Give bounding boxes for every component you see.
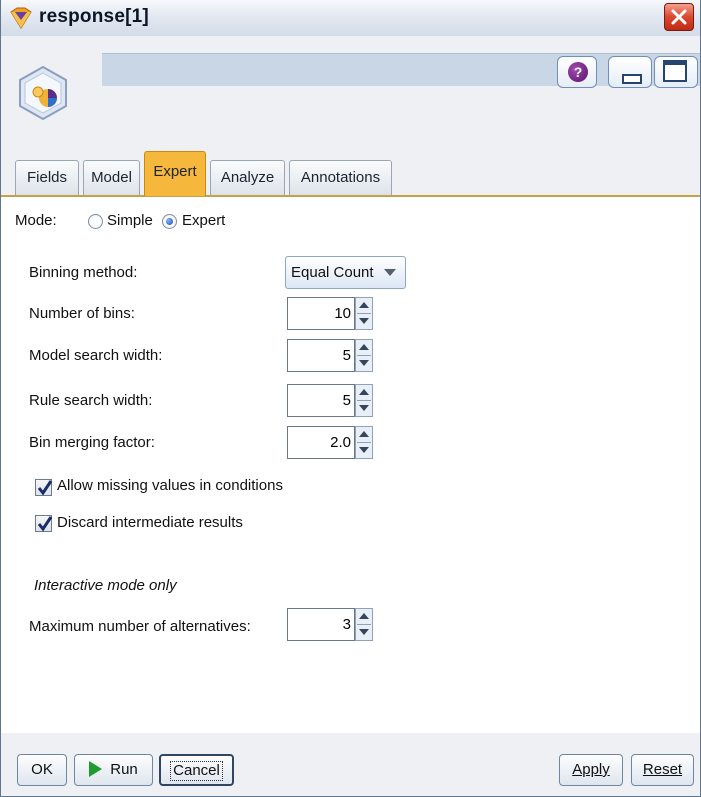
max-alternatives-input[interactable]: 3 bbox=[287, 608, 355, 641]
rule-search-width-stepper: 5 bbox=[287, 384, 373, 417]
spin-down-icon[interactable] bbox=[357, 401, 371, 416]
rule-search-width-label: Rule search width: bbox=[29, 392, 153, 409]
checkmark-icon bbox=[37, 516, 53, 532]
binning-method-label: Binning method: bbox=[29, 264, 138, 281]
help-button[interactable]: ? bbox=[557, 56, 597, 88]
model-search-width-label: Model search width: bbox=[29, 347, 163, 364]
cancel-button[interactable]: Cancel bbox=[159, 754, 234, 786]
dialog-window: response[1] ? Fields Model Expert Analyz… bbox=[0, 0, 701, 797]
tab-fields[interactable]: Fields bbox=[15, 160, 79, 195]
minimize-button[interactable] bbox=[608, 56, 652, 88]
help-icon: ? bbox=[568, 62, 588, 82]
allow-missing-checkbox[interactable] bbox=[35, 479, 53, 496]
spin-up-icon[interactable] bbox=[357, 298, 371, 314]
spin-down-icon[interactable] bbox=[357, 625, 371, 640]
binning-method-value: Equal Count bbox=[291, 264, 374, 281]
rule-search-width-input[interactable]: 5 bbox=[287, 384, 355, 417]
chevron-down-icon bbox=[384, 269, 396, 276]
max-alternatives-label: Maximum number of alternatives: bbox=[29, 618, 251, 635]
spin-up-icon[interactable] bbox=[357, 609, 371, 625]
cancel-button-label: Cancel bbox=[170, 761, 223, 781]
close-button[interactable] bbox=[664, 3, 694, 31]
discard-intermediate-checkbox[interactable] bbox=[35, 515, 53, 532]
number-of-bins-stepper: 10 bbox=[287, 297, 373, 330]
model-search-width-stepper: 5 bbox=[287, 339, 373, 372]
maximize-icon bbox=[663, 60, 687, 82]
run-play-icon bbox=[89, 761, 103, 777]
discard-intermediate-label[interactable]: Discard intermediate results bbox=[57, 514, 243, 531]
tab-analyze[interactable]: Analyze bbox=[210, 160, 285, 195]
dialog-header: ? bbox=[1, 36, 700, 144]
checkmark-icon bbox=[37, 480, 53, 496]
spin-down-icon[interactable] bbox=[357, 356, 371, 371]
bin-merging-factor-input[interactable]: 2.0 bbox=[287, 426, 355, 459]
maximize-button[interactable] bbox=[654, 56, 698, 88]
bin-merging-factor-label: Bin merging factor: bbox=[29, 434, 155, 451]
ok-button[interactable]: OK bbox=[17, 754, 67, 786]
max-alternatives-stepper: 3 bbox=[287, 608, 373, 641]
spin-down-icon[interactable] bbox=[357, 443, 371, 458]
node-diamond-icon bbox=[10, 7, 32, 29]
spin-up-icon[interactable] bbox=[357, 427, 371, 443]
minimize-icon bbox=[622, 74, 642, 84]
apply-button-label: Apply bbox=[572, 761, 610, 778]
number-of-bins-label: Number of bins: bbox=[29, 305, 135, 322]
dialog-footer: OK Run Cancel Apply Reset bbox=[1, 733, 700, 796]
mode-simple-radio[interactable] bbox=[88, 214, 103, 229]
mode-expert-radio[interactable] bbox=[162, 214, 177, 229]
tab-model[interactable]: Model bbox=[83, 160, 140, 195]
mode-label: Mode: bbox=[15, 212, 57, 229]
spinner-buttons bbox=[355, 608, 373, 641]
spin-down-icon[interactable] bbox=[357, 314, 371, 329]
binning-method-select[interactable]: Equal Count bbox=[285, 256, 406, 289]
spinner-buttons bbox=[355, 426, 373, 459]
close-icon bbox=[671, 9, 687, 25]
run-button[interactable]: Run bbox=[74, 754, 153, 786]
model-search-width-input[interactable]: 5 bbox=[287, 339, 355, 372]
allow-missing-label[interactable]: Allow missing values in conditions bbox=[57, 477, 283, 494]
tab-strip: Fields Model Expert Analyze Annotations bbox=[1, 144, 700, 196]
spin-up-icon[interactable] bbox=[357, 385, 371, 401]
spinner-buttons bbox=[355, 339, 373, 372]
apply-button[interactable]: Apply bbox=[559, 754, 623, 786]
spin-up-icon[interactable] bbox=[357, 340, 371, 356]
reset-button-label: Reset bbox=[642, 761, 683, 778]
spinner-buttons bbox=[355, 384, 373, 417]
number-of-bins-input[interactable]: 10 bbox=[287, 297, 355, 330]
mode-simple-label[interactable]: Simple bbox=[107, 212, 153, 229]
expert-panel: Mode: Simple Expert Binning method: Equa… bbox=[1, 197, 700, 733]
spinner-buttons bbox=[355, 297, 373, 330]
bin-merging-factor-stepper: 2.0 bbox=[287, 426, 373, 459]
interactive-section-heading: Interactive mode only bbox=[34, 577, 177, 594]
run-button-label: Run bbox=[110, 761, 138, 778]
tab-annotations[interactable]: Annotations bbox=[289, 160, 392, 195]
node-gem-icon bbox=[19, 65, 67, 121]
mode-expert-label[interactable]: Expert bbox=[182, 212, 225, 229]
tab-expert[interactable]: Expert bbox=[144, 151, 206, 196]
window-title: response[1] bbox=[39, 6, 149, 27]
reset-button[interactable]: Reset bbox=[631, 754, 694, 786]
title-bar[interactable]: response[1] bbox=[1, 0, 700, 37]
